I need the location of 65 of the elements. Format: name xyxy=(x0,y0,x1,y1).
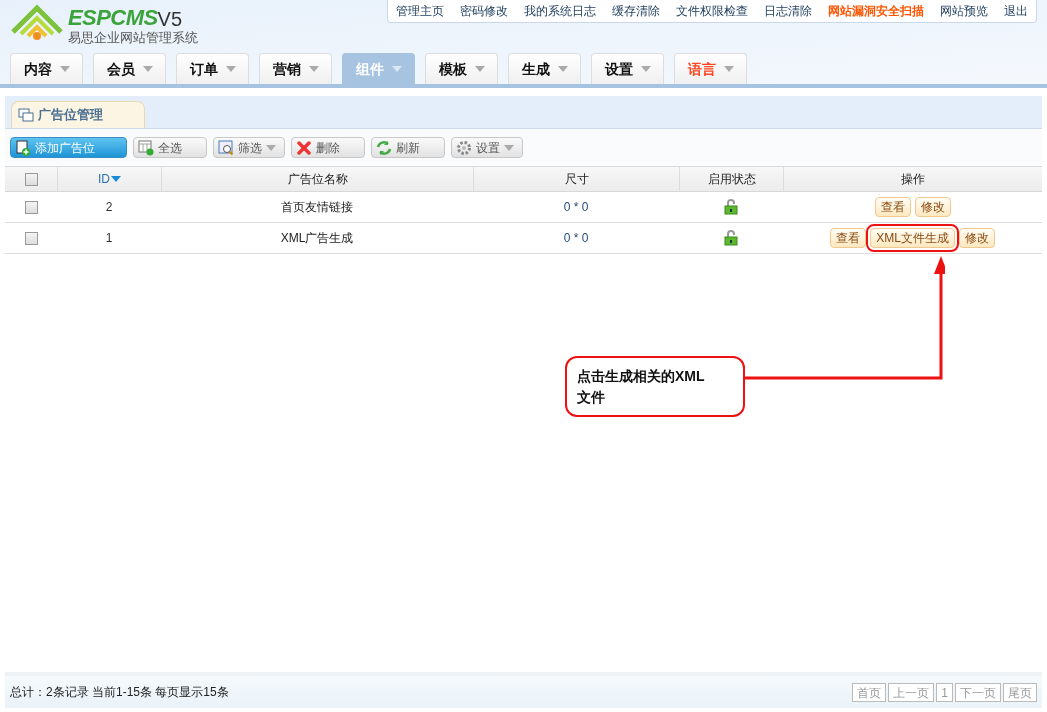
column-header[interactable]: ID xyxy=(98,170,110,188)
table-cell-text: 首页友情链接 xyxy=(280,199,354,216)
toolbar-button[interactable]: 筛选 xyxy=(213,137,285,158)
column-header: 广告位名称 xyxy=(287,171,348,188)
table-cell-text: XML广告生成 xyxy=(279,230,355,247)
delete-icon xyxy=(296,139,312,156)
caret-icon xyxy=(308,66,319,72)
toolbar-button[interactable]: 全选 xyxy=(133,137,207,158)
nav-tab[interactable]: 生成 xyxy=(508,53,581,84)
checkbox[interactable] xyxy=(24,172,38,186)
top-link[interactable]: 网站预览 xyxy=(938,2,990,20)
caret-icon xyxy=(142,66,153,72)
column-header: 尺寸 xyxy=(564,171,589,188)
checkbox[interactable] xyxy=(24,231,38,245)
nav-tab[interactable]: 内容 xyxy=(10,53,83,84)
top-link[interactable]: 密码修改 xyxy=(458,2,510,20)
record-summary: 总计：2条记录 当前1-15条 每页显示15条 xyxy=(10,684,229,701)
settings-icon xyxy=(456,139,472,156)
add-document-icon xyxy=(15,139,31,156)
window-icon xyxy=(18,108,34,122)
top-link[interactable]: 缓存清除 xyxy=(610,2,662,20)
unlocked-padlock-icon[interactable] xyxy=(724,230,738,246)
refresh-icon xyxy=(376,139,392,156)
top-link[interactable]: 退出 xyxy=(1002,2,1030,20)
caret-icon xyxy=(225,66,236,72)
column-header: 操作 xyxy=(901,171,925,188)
nav-tab[interactable]: 营销 xyxy=(259,53,332,84)
top-link[interactable]: 文件权限检查 xyxy=(674,2,750,20)
caret-icon xyxy=(504,144,514,151)
search-window-icon xyxy=(218,139,234,156)
caret-icon xyxy=(474,66,485,72)
logo-version: V5 xyxy=(157,8,183,29)
caret-icon xyxy=(723,66,734,72)
nav-tab[interactable]: 设置 xyxy=(591,53,664,84)
nav-tab[interactable]: 会员 xyxy=(93,53,166,84)
nav-tab[interactable]: 订单 xyxy=(176,53,249,84)
action-button[interactable]: 修改 xyxy=(958,228,995,248)
top-link[interactable]: 管理主页 xyxy=(394,2,446,20)
top-link[interactable]: 我的系统日志 xyxy=(522,2,598,20)
table-cell-text: 0 * 0 xyxy=(562,199,590,216)
table-cell-text: 0 * 0 xyxy=(562,230,590,247)
action-button[interactable]: 查看 xyxy=(874,197,911,217)
toolbar-button[interactable]: 删除 xyxy=(291,137,365,158)
table-add-icon xyxy=(138,139,154,156)
toolbar-button[interactable]: 设置 xyxy=(451,137,523,158)
nav-tab[interactable]: 模板 xyxy=(425,53,498,84)
logo-subtitle: 易思企业网站管理系统 xyxy=(68,30,198,44)
logo-brand: ESPCMS xyxy=(68,6,158,29)
panel-tab[interactable]: 广告位管理 xyxy=(11,101,145,128)
table-cell-text: 1 xyxy=(104,230,114,247)
action-button[interactable]: 查看 xyxy=(830,228,867,248)
sort-down-icon[interactable] xyxy=(111,176,121,182)
caret-icon xyxy=(640,66,651,72)
caret-icon xyxy=(59,66,70,72)
action-button[interactable]: 修改 xyxy=(914,197,951,217)
table-cell-text: 2 xyxy=(104,199,114,216)
caret-icon xyxy=(266,144,276,151)
annotation-callout: 点击生成相关的XML文件 xyxy=(565,356,745,417)
checkbox[interactable] xyxy=(24,200,38,214)
unlocked-padlock-icon[interactable] xyxy=(724,199,738,215)
caret-icon xyxy=(391,66,402,72)
column-header: 启用状态 xyxy=(707,171,756,188)
toolbar-button[interactable]: 刷新 xyxy=(371,137,445,158)
caret-icon xyxy=(557,66,568,72)
top-link[interactable]: 日志清除 xyxy=(762,2,814,20)
